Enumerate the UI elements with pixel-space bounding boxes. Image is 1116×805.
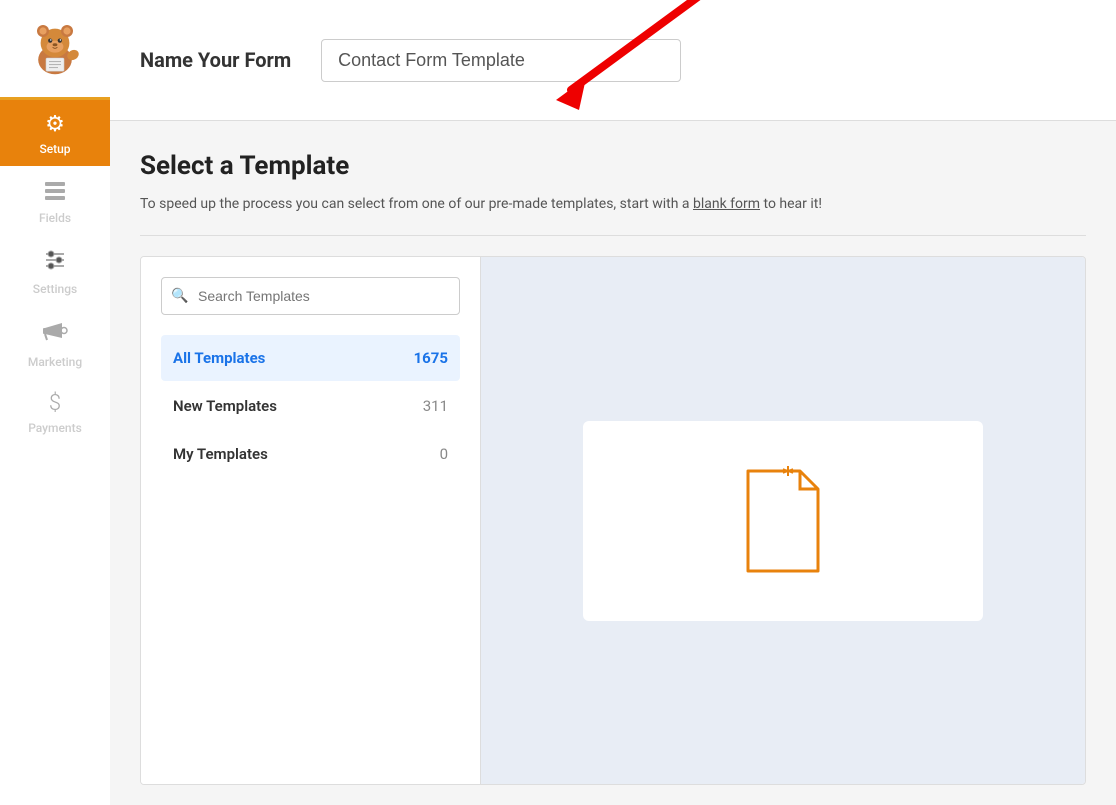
top-bar: Name Your Form [110,0,1116,121]
red-arrow-icon [431,0,751,150]
arrow-annotation [711,20,1086,100]
sidebar-item-fields[interactable]: Fields [0,166,110,235]
setup-icon: ⚙ [45,114,65,136]
main-content: Name Your Form Select a Template To spee… [110,0,1116,805]
sidebar-item-setup[interactable]: ⚙ Setup [0,100,110,166]
sidebar-item-label: Marketing [28,355,82,369]
template-left-panel: 🔍 All Templates 1675 New Templates 311 M… [141,257,481,784]
template-right-panel [481,257,1085,784]
sidebar-item-marketing[interactable]: Marketing [0,306,110,379]
category-all-templates[interactable]: All Templates 1675 [161,335,460,381]
sidebar-item-label: Fields [39,211,71,225]
sidebar-item-label: Payments [28,421,82,435]
template-area: 🔍 All Templates 1675 New Templates 311 M… [140,256,1086,785]
sidebar-item-settings[interactable]: Settings [0,235,110,306]
sidebar-item-label: Setup [39,142,70,156]
sidebar-item-payments[interactable]: $ Payments [0,379,110,445]
settings-icon [43,249,67,276]
section-title: Select a Template [140,151,1086,181]
search-icon: 🔍 [171,288,188,304]
bear-mascot-icon [25,19,85,79]
template-preview-card [583,421,983,621]
template-category-list: All Templates 1675 New Templates 311 My … [161,335,460,477]
payments-icon: $ [49,393,61,415]
category-my-templates[interactable]: My Templates 0 [161,431,460,477]
divider [140,235,1086,236]
sidebar-logo [0,0,110,100]
category-new-templates[interactable]: New Templates 311 [161,383,460,429]
marketing-icon [42,320,68,349]
blank-form-link[interactable]: blank form [693,196,760,212]
sidebar-item-label: Settings [33,282,77,296]
section-description: To speed up the process you can select f… [140,193,1086,215]
template-file-icon [738,466,828,576]
form-name-label: Name Your Form [140,48,291,72]
sidebar: ⚙ Setup Fields [0,0,110,805]
fields-icon [43,180,67,205]
search-box: 🔍 [161,277,460,315]
search-input[interactable] [161,277,460,315]
content-area: Select a Template To speed up the proces… [110,121,1116,805]
